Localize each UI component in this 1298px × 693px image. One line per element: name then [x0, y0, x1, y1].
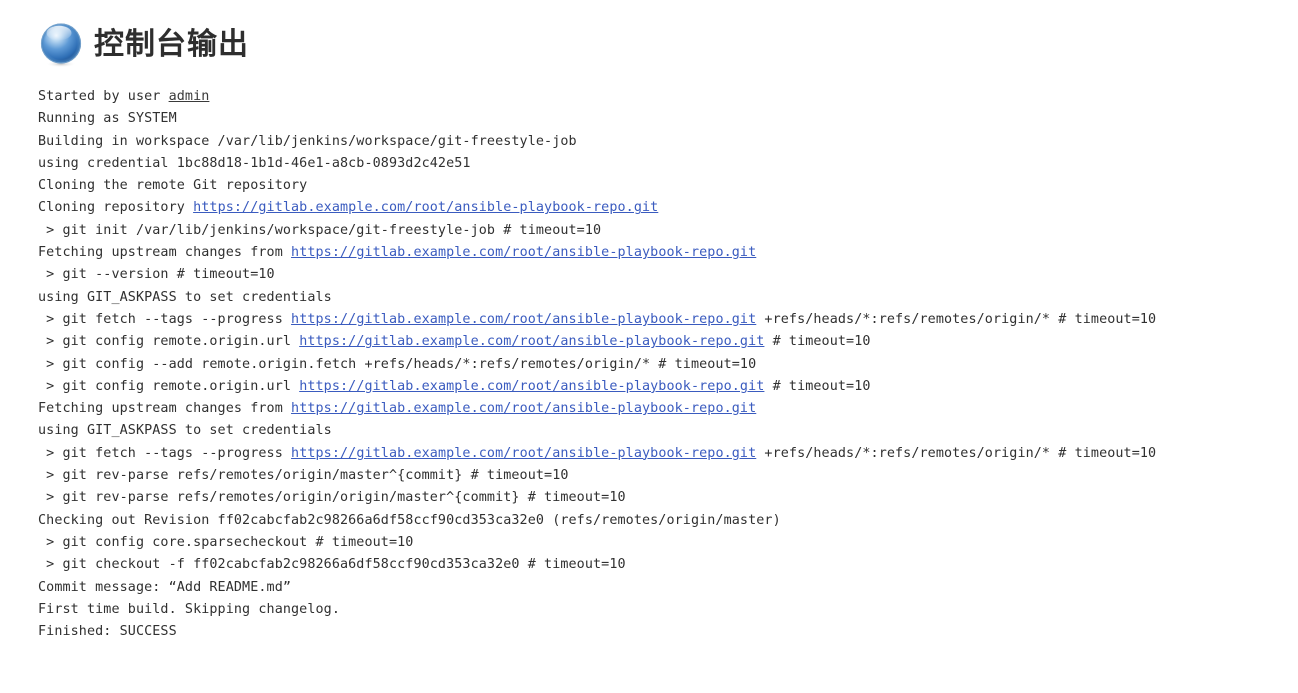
log-text: > git fetch --tags --progress: [38, 445, 292, 461]
log-line: Building in workspace /var/lib/jenkins/w…: [38, 131, 1298, 153]
repository-url-link[interactable]: https://gitlab.example.com/root/ansible-…: [299, 334, 764, 349]
log-line: Commit message: “Add README.md”: [38, 577, 1298, 599]
log-line: > git config --add remote.origin.fetch +…: [38, 354, 1298, 376]
log-text: > git fetch --tags --progress: [38, 311, 292, 327]
log-text: +refs/heads/*:refs/remotes/origin/* # ti…: [756, 311, 1157, 327]
log-line: Running as SYSTEM: [38, 108, 1298, 130]
log-text: Finished: SUCCESS: [38, 624, 177, 640]
log-text: Commit message: “Add README.md”: [38, 579, 292, 595]
log-line: > git --version # timeout=10: [38, 264, 1298, 286]
console-output-header: 控制台输出: [0, 0, 1298, 72]
log-text: > git rev-parse refs/remotes/origin/orig…: [38, 490, 626, 506]
log-line: > git init /var/lib/jenkins/workspace/gi…: [38, 220, 1298, 242]
log-text: Started by user: [38, 89, 169, 104]
log-line: First time build. Skipping changelog.: [38, 599, 1298, 621]
log-line: > git config core.sparsecheckout # timeo…: [38, 532, 1298, 554]
log-line: > git checkout -f ff02cabcfab2c98266a6df…: [38, 554, 1298, 576]
repository-url-link[interactable]: https://gitlab.example.com/root/ansible-…: [291, 446, 756, 461]
log-text: > git init /var/lib/jenkins/workspace/gi…: [38, 222, 602, 238]
repository-url-link[interactable]: https://gitlab.example.com/root/ansible-…: [291, 401, 756, 416]
log-text: > git config remote.origin.url: [38, 334, 300, 350]
log-line: > git rev-parse refs/remotes/origin/orig…: [38, 487, 1298, 509]
repository-url-link[interactable]: https://gitlab.example.com/root/ansible-…: [291, 312, 756, 327]
log-line: using credential 1bc88d18-1b1d-46e1-a8cb…: [38, 153, 1298, 175]
log-line: > git fetch --tags --progress https://gi…: [38, 443, 1298, 465]
log-line: using GIT_ASKPASS to set credentials: [38, 287, 1298, 309]
log-line: > git fetch --tags --progress https://gi…: [38, 309, 1298, 331]
log-line: Checking out Revision ff02cabcfab2c98266…: [38, 510, 1298, 532]
repository-url-link[interactable]: https://gitlab.example.com/root/ansible-…: [193, 200, 658, 215]
log-text: > git config --add remote.origin.fetch +…: [38, 356, 757, 372]
log-text: Running as SYSTEM: [38, 111, 177, 127]
log-text: Cloning repository: [38, 200, 194, 216]
log-line: using GIT_ASKPASS to set credentials: [38, 420, 1298, 442]
log-text: Fetching upstream changes from: [38, 401, 292, 417]
log-line: > git config remote.origin.url https://g…: [38, 331, 1298, 353]
log-line: Cloning the remote Git repository: [38, 175, 1298, 197]
log-line: > git rev-parse refs/remotes/origin/mast…: [38, 465, 1298, 487]
log-line: > git config remote.origin.url https://g…: [38, 376, 1298, 398]
log-text: > git config core.sparsecheckout # timeo…: [38, 534, 414, 550]
repository-url-link[interactable]: https://gitlab.example.com/root/ansible-…: [299, 379, 764, 394]
log-text: # timeout=10: [764, 334, 871, 350]
log-text: Building in workspace /var/lib/jenkins/w…: [38, 133, 577, 149]
log-text: using GIT_ASKPASS to set credentials: [38, 289, 332, 305]
log-line: Started by user admin: [38, 86, 1298, 108]
log-text: > git config remote.origin.url: [38, 378, 300, 394]
user-link[interactable]: admin: [169, 89, 210, 104]
blue-sphere-icon: [38, 22, 84, 68]
log-text: Cloning the remote Git repository: [38, 178, 308, 194]
log-line: Finished: SUCCESS: [38, 621, 1298, 643]
log-line: Cloning repository https://gitlab.exampl…: [38, 197, 1298, 219]
log-line: Fetching upstream changes from https://g…: [38, 398, 1298, 420]
log-text: # timeout=10: [764, 378, 871, 394]
log-text: > git rev-parse refs/remotes/origin/mast…: [38, 468, 569, 484]
log-text: Fetching upstream changes from: [38, 245, 292, 261]
log-text: Checking out Revision ff02cabcfab2c98266…: [38, 512, 781, 528]
log-text: using credential 1bc88d18-1b1d-46e1-a8cb…: [38, 155, 471, 171]
console-output-log: Started by user admin Running as SYSTEM Bu…: [0, 72, 1298, 643]
log-text: using GIT_ASKPASS to set credentials: [38, 423, 332, 439]
log-text: > git --version # timeout=10: [38, 267, 275, 283]
repository-url-link[interactable]: https://gitlab.example.com/root/ansible-…: [291, 245, 756, 260]
log-text: +refs/heads/*:refs/remotes/origin/* # ti…: [756, 445, 1157, 461]
log-line: Fetching upstream changes from https://g…: [38, 242, 1298, 264]
log-text: > git checkout -f ff02cabcfab2c98266a6df…: [38, 557, 626, 573]
log-text: First time build. Skipping changelog.: [38, 601, 340, 617]
page-title: 控制台输出: [94, 27, 249, 62]
